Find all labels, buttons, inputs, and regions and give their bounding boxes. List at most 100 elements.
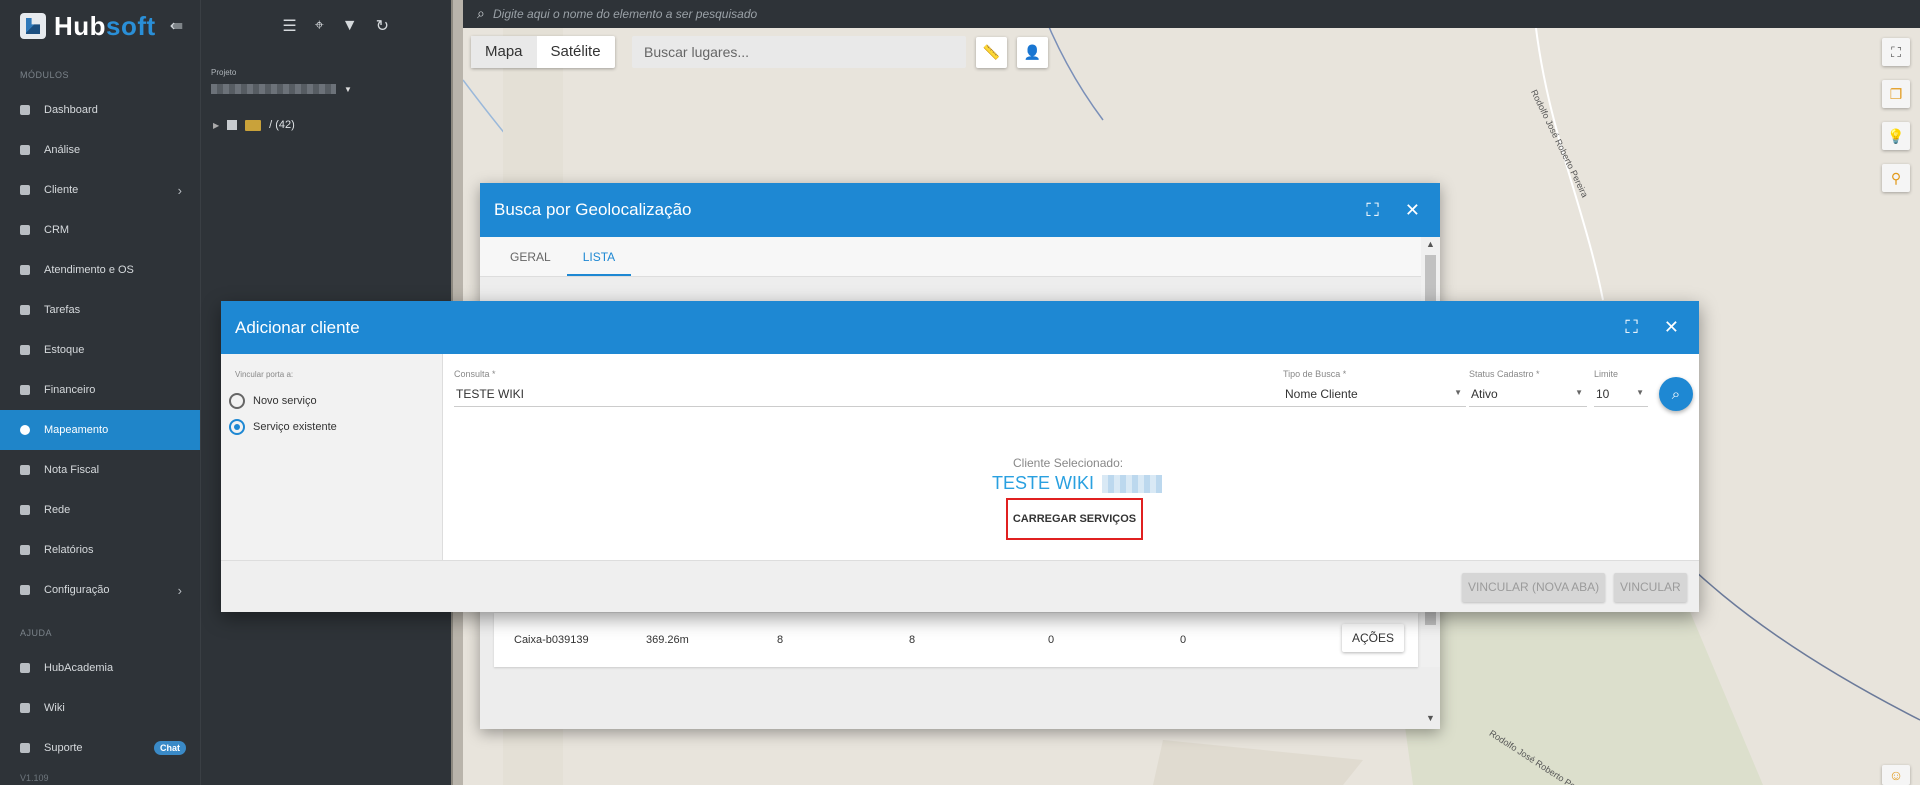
redacted-text — [1102, 474, 1163, 493]
link-button[interactable]: VINCULAR — [1614, 573, 1687, 602]
sidebar-item-label: Financeiro — [44, 384, 96, 396]
sidebar-item-hubacademia[interactable]: HubAcademia — [0, 648, 200, 688]
tipo-busca-field[interactable]: Tipo de Busca * Nome Cliente ▼ — [1283, 369, 1466, 407]
sidebar-item-label: CRM — [44, 224, 70, 236]
calendar-icon — [20, 265, 30, 275]
sidebar-item-atendimento[interactable]: Atendimento e OS — [0, 250, 200, 290]
refresh-icon[interactable]: ↻ — [376, 16, 389, 36]
row-value: 8 — [777, 634, 784, 646]
map-element-search[interactable]: ⌕ Digite aqui o nome do elemento a ser p… — [463, 0, 1920, 28]
chevron-down-icon: ▼ — [1636, 388, 1644, 397]
consulta-input[interactable]: TESTE WIKI — [454, 387, 1298, 407]
sidebar-item-label: Wiki — [44, 702, 65, 714]
sidebar-item-label: Relatórios — [44, 544, 94, 556]
table-row[interactable]: Caixa-b039139 369.26m 8 8 0 0 AÇÕES — [494, 613, 1418, 667]
limite-select[interactable]: 10 ▼ — [1594, 387, 1648, 407]
sidebar-item-nota-fiscal[interactable]: Nota Fiscal — [0, 450, 200, 490]
collapse-menu-icon[interactable]: ⇚ — [170, 16, 183, 36]
menu-icon[interactable]: ☰ — [282, 16, 296, 36]
project-tree-root[interactable]: ▶ / (42) — [201, 95, 451, 131]
sidebar: Hubsoft ⇚ MÓDULOS Dashboard Análise Clie… — [0, 0, 200, 785]
selected-value: Ativo — [1471, 387, 1498, 401]
sidebar-item-cliente[interactable]: Cliente › — [0, 170, 200, 210]
fullscreen-icon[interactable]: ⛶ — [1882, 38, 1910, 66]
lightbulb-icon[interactable]: 💡 — [1882, 122, 1910, 150]
row-value: 8 — [909, 634, 916, 646]
actions-button[interactable]: AÇÕES — [1341, 624, 1404, 652]
radio-circle-selected[interactable] — [229, 419, 245, 435]
tab-lista[interactable]: LISTA — [566, 237, 632, 276]
expand-arrow-icon[interactable]: ▶ — [213, 121, 219, 130]
ruler-icon[interactable]: 📏 — [976, 37, 1007, 68]
sidebar-item-wiki[interactable]: Wiki — [0, 688, 200, 728]
maximize-icon[interactable]: ⛶ — [1366, 200, 1379, 221]
sidebar-item-label: Atendimento e OS — [44, 264, 134, 276]
sidebar-item-mapeamento[interactable]: Mapeamento — [0, 410, 200, 450]
map-pin-icon — [20, 425, 30, 435]
sidebar-item-estoque[interactable]: Estoque — [0, 330, 200, 370]
money-icon — [20, 385, 30, 395]
chevron-right-icon: › — [177, 182, 182, 198]
tipo-busca-select[interactable]: Nome Cliente ▼ — [1283, 387, 1466, 407]
sidebar-item-label: Nota Fiscal — [44, 464, 100, 476]
street-view-icon[interactable]: ☺ — [1882, 765, 1910, 785]
maximize-icon[interactable]: ⛶ — [1625, 317, 1638, 338]
gear-icon — [20, 585, 30, 595]
add-user-icon[interactable]: 👤 — [1017, 37, 1048, 68]
video-icon — [20, 663, 30, 673]
brand-name-part2: soft — [106, 10, 156, 41]
radio-existing-service[interactable]: Serviço existente — [221, 409, 442, 435]
load-services-button[interactable]: CARREGAR SERVIÇOS — [1006, 498, 1143, 540]
filter-icon[interactable]: ▼ — [342, 17, 358, 35]
sidebar-item-label: Mapeamento — [44, 424, 109, 436]
link-options-panel: Vincular porta a: Novo serviço Serviço e… — [221, 354, 443, 560]
add-client-dialog: Adicionar cliente ⛶ ✕ Vincular porta a: … — [221, 301, 1699, 612]
consulta-field[interactable]: Consulta * TESTE WIKI — [454, 369, 1298, 407]
geo-tabs: GERAL LISTA — [480, 237, 1421, 277]
radio-new-service[interactable]: Novo serviço — [221, 379, 442, 409]
selected-value: Nome Cliente — [1285, 387, 1358, 401]
network-icon — [20, 505, 30, 515]
selected-value: 10 — [1596, 387, 1610, 401]
scroll-up-icon[interactable]: ▲ — [1426, 239, 1435, 249]
chat-badge[interactable]: Chat — [154, 741, 186, 755]
sidebar-item-relatorios[interactable]: Relatórios — [0, 530, 200, 570]
status-select[interactable]: Ativo ▼ — [1469, 387, 1587, 407]
sidebar-item-crm[interactable]: CRM — [0, 210, 200, 250]
dashboard-icon — [20, 105, 30, 115]
limite-field[interactable]: Limite 10 ▼ — [1594, 369, 1648, 407]
sidebar-item-analise[interactable]: Análise — [0, 130, 200, 170]
sidebar-item-configuracao[interactable]: Configuração › — [0, 570, 200, 610]
sidebar-item-rede[interactable]: Rede — [0, 490, 200, 530]
tab-map[interactable]: Mapa — [471, 36, 537, 68]
status-field[interactable]: Status Cadastro * Ativo ▼ — [1469, 369, 1587, 407]
brand-logo[interactable]: Hubsoft ⇚ — [0, 0, 200, 52]
link-new-tab-button[interactable]: VINCULAR (NOVA ABA) — [1462, 573, 1606, 602]
link-port-label: Vincular porta a: — [235, 370, 294, 379]
brand-name-part1: Hub — [54, 10, 107, 41]
field-label: Tipo de Busca * — [1283, 369, 1347, 379]
chevron-down-icon: ▼ — [1575, 388, 1583, 397]
sidebar-item-label: Análise — [44, 144, 81, 156]
scroll-down-icon[interactable]: ▼ — [1426, 713, 1435, 723]
sidebar-item-tarefas[interactable]: Tarefas — [0, 290, 200, 330]
sidebar-item-dashboard[interactable]: Dashboard — [0, 90, 200, 130]
layers-icon[interactable]: ❐ — [1882, 80, 1910, 108]
wiki-icon — [20, 703, 30, 713]
radio-label: Novo serviço — [253, 395, 317, 407]
close-icon[interactable]: ✕ — [1664, 317, 1679, 338]
project-select[interactable]: ▼ — [211, 83, 356, 95]
radio-circle[interactable] — [229, 393, 245, 409]
checkbox[interactable] — [227, 120, 238, 130]
tab-satellite[interactable]: Satélite — [537, 36, 615, 68]
sidebar-item-financeiro[interactable]: Financeiro — [0, 370, 200, 410]
row-value: 0 — [1180, 634, 1187, 646]
tab-geral[interactable]: GERAL — [494, 237, 567, 276]
search-button[interactable]: ⌕ — [1659, 377, 1693, 411]
sidebar-item-suporte[interactable]: Suporte Chat — [0, 728, 200, 768]
location-pin-icon[interactable]: ⌖ — [315, 17, 324, 35]
close-icon[interactable]: ✕ — [1405, 200, 1420, 221]
places-search-input[interactable]: Buscar lugares... — [632, 36, 966, 68]
dialog-title: Adicionar cliente — [235, 317, 360, 337]
map-marker-icon[interactable]: ⚲ — [1882, 164, 1910, 192]
